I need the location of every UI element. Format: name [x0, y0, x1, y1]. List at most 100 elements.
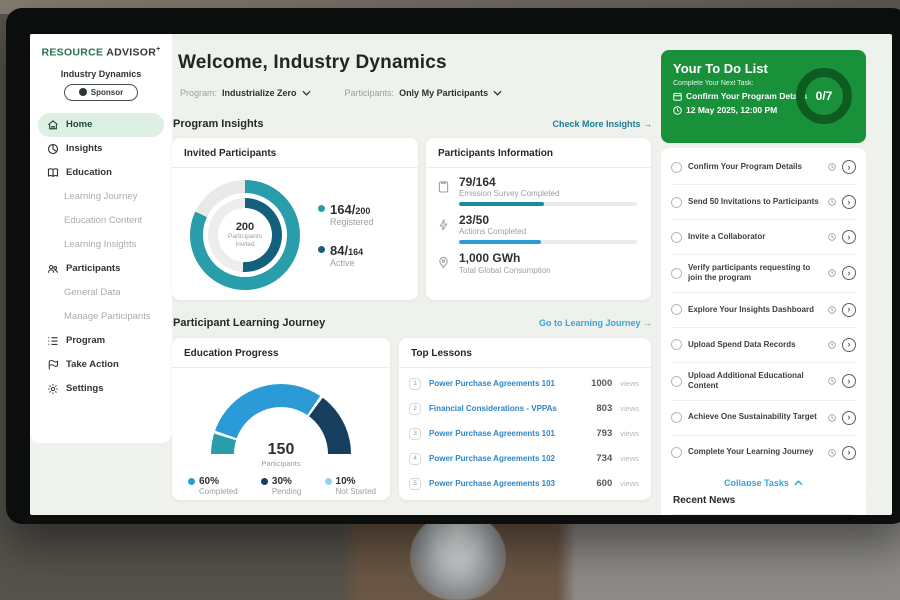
task-checkbox[interactable] [671, 376, 682, 387]
task-chevron-button[interactable]: › [842, 230, 856, 244]
task-row: Complete Your Learning Journey › [671, 436, 856, 470]
lesson-row: 3 Power Purchase Agreements 101 793 view… [399, 418, 651, 443]
lesson-rank: 3 [409, 428, 421, 440]
task-checkbox[interactable] [671, 339, 682, 350]
legend-dot [318, 246, 325, 253]
task-checkbox[interactable] [671, 304, 682, 315]
task-checkbox[interactable] [671, 232, 682, 243]
clock-icon [828, 449, 836, 457]
task-chevron-button[interactable]: › [842, 338, 856, 352]
lesson-link[interactable]: Power Purchase Agreements 103 [429, 479, 588, 488]
go-to-learning-journey-link[interactable]: Go to Learning Journey → [539, 318, 652, 328]
task-chevron-button[interactable]: › [842, 411, 856, 425]
views-suffix: views [620, 479, 639, 488]
task-label: Verify participants requesting to join t… [688, 263, 822, 284]
lesson-views: 793 [596, 428, 612, 439]
clock-icon [828, 269, 836, 277]
task-checkbox[interactable] [671, 447, 682, 458]
education-progress-card: Education Progress 150 Participants 60% … [172, 338, 390, 500]
lesson-link[interactable]: Power Purchase Agreements 102 [429, 454, 588, 463]
legend-label: Completed [199, 487, 238, 496]
lesson-rank: 1 [409, 378, 421, 390]
sidebar-item-general-data[interactable]: General Data [38, 281, 164, 305]
stat-actions: 23/50 Actions Completed [426, 206, 651, 244]
monitor-bezel: RESOURCE ADVISOR+ Industry Dynamics Spon… [6, 8, 900, 524]
legend-item-pending: 30% Pending [261, 476, 301, 496]
sidebar-item-learning-journey[interactable]: Learning Journey [38, 185, 164, 209]
clock-icon [828, 414, 836, 422]
sidebar-item-education[interactable]: Education [38, 161, 164, 185]
program-insights-header: Program Insights Check More Insights → [173, 118, 652, 130]
actions-progress-bar [459, 240, 637, 244]
program-dropdown[interactable]: Program: Industrialize Zero [180, 88, 311, 98]
monitor-stand [410, 514, 506, 600]
legend-dot [188, 478, 195, 485]
sidebar-item-learning-insights[interactable]: Learning Insights [38, 233, 164, 257]
arrow-right-icon: → [643, 318, 652, 328]
logo-plus: + [156, 46, 160, 53]
task-label: Complete Your Learning Journey [688, 447, 822, 457]
views-suffix: views [620, 404, 639, 413]
pin-icon [438, 256, 449, 269]
task-chevron-button[interactable]: › [842, 266, 856, 280]
home-icon [47, 119, 59, 131]
gauge-center-label: Participants [211, 459, 351, 468]
lesson-link[interactable]: Power Purchase Agreements 101 [429, 379, 583, 388]
task-row: Invite a Collaborator › [671, 220, 856, 255]
legend-dot [325, 478, 332, 485]
task-label: Upload Spend Data Records [688, 340, 822, 350]
sidebar-item-settings[interactable]: Settings [38, 377, 164, 401]
education-icon [47, 167, 59, 179]
program-value: Industrialize Zero [222, 88, 297, 98]
lesson-row: 5 Power Purchase Agreements 103 600 view… [399, 468, 651, 493]
lesson-views: 803 [596, 403, 612, 414]
legend-value: 60% [199, 476, 238, 487]
lesson-link[interactable]: Power Purchase Agreements 101 [429, 429, 588, 438]
todo-progress-ring: 0/7 [796, 68, 852, 124]
todo-next-task: Confirm Your Program Details [686, 91, 807, 101]
sidebar-item-insights[interactable]: Insights [38, 137, 164, 161]
sidebar-item-label: Learning Insights [64, 239, 136, 250]
task-checkbox[interactable] [671, 268, 682, 279]
task-checkbox[interactable] [671, 197, 682, 208]
task-chevron-button[interactable]: › [842, 195, 856, 209]
stat-label: Total Global Consumption [459, 266, 637, 275]
invited-donut-chart: 200 Participants Invited [190, 180, 300, 290]
clock-icon [828, 163, 836, 171]
sidebar-item-home[interactable]: Home [38, 113, 164, 137]
sidebar-item-label: Education Content [64, 215, 142, 226]
learning-journey-header: Participant Learning Journey Go to Learn… [173, 317, 652, 329]
lesson-rank: 5 [409, 478, 421, 490]
sidebar-item-participants[interactable]: Participants [38, 257, 164, 281]
stat-consumption: 1,000 GWh Total Global Consumption [426, 244, 651, 278]
lesson-link[interactable]: Financial Considerations - VPPAs [429, 404, 588, 413]
sidebar-item-take-action[interactable]: Take Action [38, 353, 164, 377]
task-label: Upload Additional Educational Content [688, 371, 822, 392]
task-chevron-button[interactable]: › [842, 374, 856, 388]
card-title: Participants Information [426, 138, 651, 167]
task-checkbox[interactable] [671, 162, 682, 173]
sidebar-item-education-content[interactable]: Education Content [38, 209, 164, 233]
dashboard-screen: RESOURCE ADVISOR+ Industry Dynamics Spon… [30, 34, 892, 515]
check-more-insights-link[interactable]: Check More Insights → [552, 119, 652, 129]
task-chevron-button[interactable]: › [842, 303, 856, 317]
sidebar-item-label: Learning Journey [64, 191, 137, 202]
settings-icon [47, 383, 59, 395]
participants-value: Only My Participants [399, 88, 488, 98]
participants-icon [47, 263, 59, 275]
task-chevron-button[interactable]: › [842, 160, 856, 174]
legend-label: Not Started [336, 487, 376, 496]
sponsor-badge[interactable]: Sponsor [64, 84, 138, 101]
gauge-center-value: 150 [211, 441, 351, 459]
link-text: Go to Learning Journey [539, 318, 641, 328]
sidebar-item-label: Home [66, 119, 92, 130]
legend-dot [318, 205, 325, 212]
task-chevron-button[interactable]: › [842, 446, 856, 460]
legend-dot [261, 478, 268, 485]
task-checkbox[interactable] [671, 412, 682, 423]
legend-value: 10% [336, 476, 376, 487]
participants-dropdown[interactable]: Participants: Only My Participants [345, 88, 503, 98]
sidebar-item-program[interactable]: Program [38, 329, 164, 353]
sidebar-item-manage-participants[interactable]: Manage Participants [38, 305, 164, 329]
legend-label: Active [330, 258, 374, 268]
